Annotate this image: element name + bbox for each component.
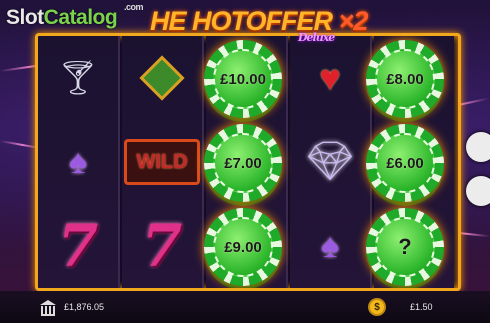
martini-icon: 🍸︎ bbox=[56, 59, 100, 97]
gem-icon: 💎︎ bbox=[305, 141, 355, 183]
mystery-value: ? bbox=[398, 234, 412, 259]
reel-cell: 7 bbox=[38, 204, 118, 288]
logo-multiplier: ×2 bbox=[338, 6, 369, 36]
chip-value: £6.00 bbox=[386, 154, 424, 172]
reel-cell: 🍸︎ bbox=[38, 36, 118, 120]
autoplay-button[interactable] bbox=[466, 176, 490, 206]
reel-2: WILD 7 bbox=[122, 36, 204, 288]
cash-chip: £7.00 bbox=[204, 124, 282, 202]
cash-chip: £8.00 bbox=[366, 40, 444, 118]
reel-cell: ♠ bbox=[38, 120, 118, 204]
reel-cell: 7 bbox=[122, 204, 202, 288]
settings-button[interactable] bbox=[466, 132, 490, 162]
reel-cell: WILD bbox=[122, 120, 202, 204]
heart-icon: ♥ bbox=[319, 57, 341, 98]
cash-chip: £6.00 bbox=[366, 124, 444, 202]
diamond-suit-icon bbox=[143, 59, 181, 97]
reel-4: ♥ 💎︎ ♠ bbox=[290, 36, 372, 288]
wild-icon: WILD bbox=[124, 139, 200, 185]
coin-icon: $ bbox=[370, 300, 384, 314]
chip-value: £9.00 bbox=[224, 238, 262, 256]
balance-value: £1,876.05 bbox=[64, 302, 105, 312]
spade-icon: ♠ bbox=[68, 142, 88, 181]
chip-value: £10.00 bbox=[220, 70, 266, 88]
chip-value: £8.00 bbox=[386, 70, 424, 88]
logo-cut-prefix: HE bbox=[150, 6, 187, 36]
slotcatalog-watermark: SlotCatalog .com bbox=[6, 2, 144, 29]
seven-icon: 7 bbox=[141, 212, 183, 280]
bet-display[interactable]: $ £1.50 bbox=[370, 298, 433, 316]
spade-icon: ♠ bbox=[320, 226, 340, 265]
logo-subtitle: Deluxe bbox=[298, 31, 335, 44]
balance-display[interactable]: £1,876.05 bbox=[40, 298, 104, 316]
cash-chip: £9.00 bbox=[204, 208, 282, 286]
reel-cell: ♥ bbox=[290, 36, 370, 120]
chip-value: £7.00 bbox=[224, 154, 262, 172]
reel-cell: 💎︎ bbox=[290, 120, 370, 204]
bottom-bar: £1,876.05 $ £1.50 bbox=[0, 291, 490, 323]
seven-icon: 7 bbox=[57, 212, 99, 280]
game-logo: HE HOTOFFER ×2 Deluxe bbox=[150, 6, 369, 44]
mystery-chip: ? bbox=[366, 208, 444, 286]
reel-1: 🍸︎ ♠ 7 bbox=[38, 36, 120, 288]
bet-value: £1.50 bbox=[410, 302, 433, 312]
bank-icon bbox=[40, 300, 56, 316]
reel-cell bbox=[122, 36, 202, 120]
cash-chip: £10.00 bbox=[204, 40, 282, 118]
reel-frame: 🍸︎ ♠ 7 WILD 7 ♥ 💎︎ ♠ £10.00 £7.00 £9.00 … bbox=[35, 33, 461, 291]
reel-cell: ♠ bbox=[290, 204, 370, 288]
